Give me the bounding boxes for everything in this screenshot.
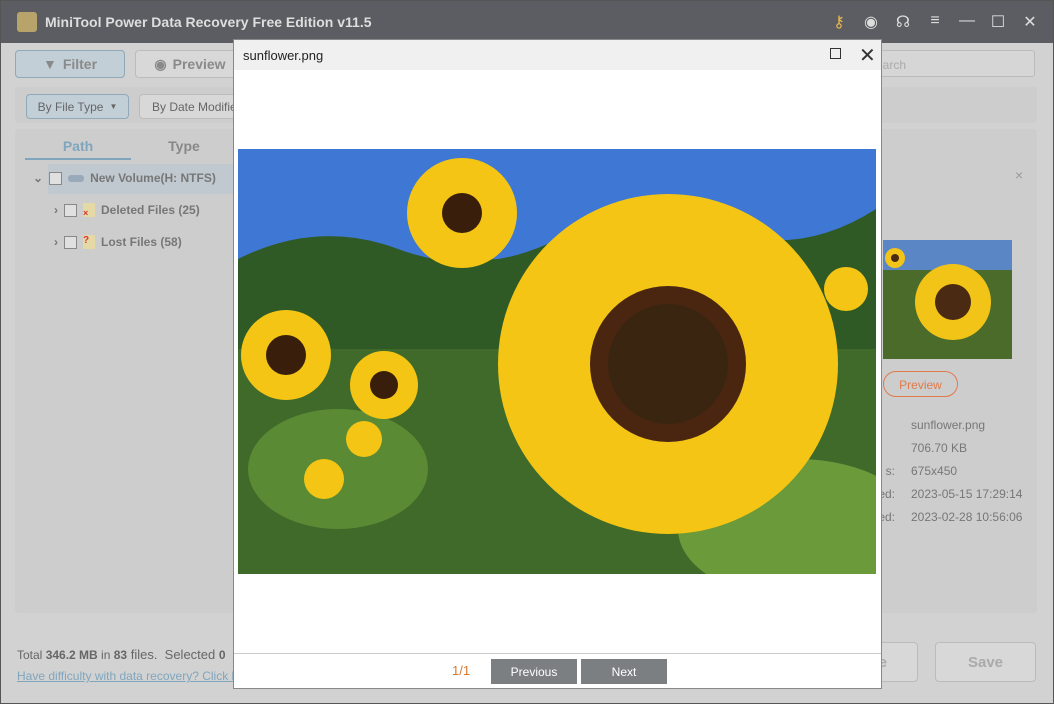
headset-icon[interactable]: ☊ bbox=[893, 12, 913, 32]
app-logo-icon bbox=[17, 12, 37, 32]
date-modified-value: 2023-02-28 10:56:06 bbox=[911, 510, 1023, 524]
file-name-value: sunflower.png bbox=[911, 418, 986, 432]
checkbox[interactable] bbox=[64, 203, 77, 217]
drive-icon bbox=[68, 174, 85, 182]
checkbox[interactable] bbox=[49, 171, 63, 185]
window-title: MiniTool Power Data Recovery Free Editio… bbox=[45, 14, 372, 30]
by-file-type-dropdown[interactable]: By File Type ▼ bbox=[26, 94, 129, 119]
key-icon[interactable]: ⚷ bbox=[829, 12, 849, 32]
checkbox[interactable] bbox=[64, 235, 77, 249]
dialog-header: sunflower.png ✕ bbox=[234, 40, 881, 70]
dialog-title: sunflower.png bbox=[243, 48, 324, 63]
tab-type[interactable]: Type bbox=[131, 138, 237, 160]
filter-button[interactable]: ▼ Filter bbox=[15, 50, 125, 78]
date-created-value: 2023-05-15 17:29:14 bbox=[911, 487, 1023, 501]
maximize-icon[interactable]: ☐ bbox=[988, 12, 1008, 32]
tree-item-deleted-files[interactable]: › × Deleted Files (25) bbox=[54, 203, 200, 218]
chevron-down-icon[interactable]: ⌄ bbox=[33, 171, 43, 185]
filter-icon: ▼ bbox=[42, 56, 57, 72]
details-preview-button[interactable]: Preview bbox=[883, 371, 958, 397]
tree-item-new-volume[interactable]: ⌄ New Volume(H: NTFS) bbox=[33, 171, 216, 185]
title-bar: MiniTool Power Data Recovery Free Editio… bbox=[1, 1, 1053, 43]
dialog-divider bbox=[234, 653, 881, 654]
lost-folder-icon: ? bbox=[83, 235, 95, 249]
disc-icon[interactable]: ◉ bbox=[861, 12, 881, 32]
close-icon[interactable]: ✕ bbox=[1020, 12, 1040, 32]
menu-icon[interactable]: ≡ bbox=[925, 12, 945, 30]
next-button[interactable]: Next bbox=[581, 659, 667, 684]
dimensions-value: 675x450 bbox=[911, 464, 958, 478]
thumbnail-image bbox=[883, 240, 1012, 359]
eye-icon: ◉ bbox=[154, 55, 167, 72]
close-icon[interactable]: ✕ bbox=[859, 43, 876, 68]
tree-item-lost-files[interactable]: ›? Lost Files (58) bbox=[54, 235, 182, 249]
close-details-icon[interactable]: × bbox=[1015, 167, 1023, 183]
file-size-value: 706.70 KB bbox=[911, 441, 968, 455]
chevron-down-icon: ▼ bbox=[109, 102, 118, 111]
chevron-right-icon[interactable]: › bbox=[54, 235, 58, 249]
deleted-folder-icon: × bbox=[83, 203, 95, 218]
minimize-icon[interactable]: — bbox=[957, 12, 977, 30]
status-summary: Total 346.2 MB in 83 files. Selected 0 bbox=[17, 647, 226, 662]
help-link[interactable]: Have difficulty with data recovery? Clic… bbox=[17, 669, 238, 683]
save-button[interactable]: Save bbox=[935, 642, 1036, 682]
preview-dialog: sunflower.png ✕ 1/1 Previous Next bbox=[233, 39, 882, 689]
tab-path[interactable]: Path bbox=[25, 138, 131, 160]
page-indicator: 1/1 bbox=[452, 663, 471, 678]
preview-button[interactable]: ◉ Preview bbox=[135, 50, 245, 78]
previous-button[interactable]: Previous bbox=[491, 659, 577, 684]
chevron-right-icon[interactable]: › bbox=[54, 203, 58, 217]
maximize-icon[interactable] bbox=[830, 48, 841, 59]
sunflower-image bbox=[238, 149, 876, 574]
search-input[interactable]: earch bbox=[861, 50, 1035, 77]
